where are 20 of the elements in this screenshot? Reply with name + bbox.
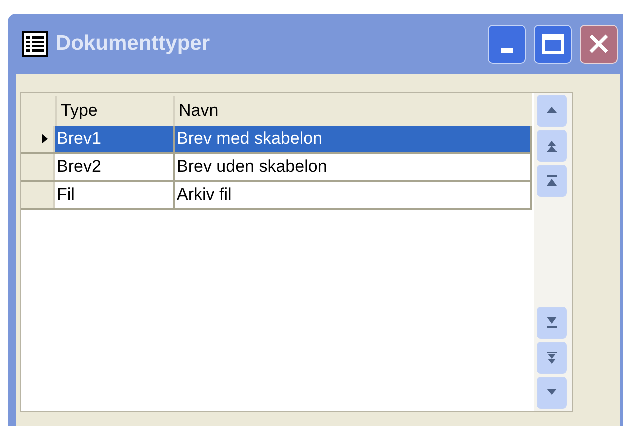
scroll-top-button[interactable] [537, 165, 568, 197]
scroll-bottom-button[interactable] [537, 307, 568, 339]
minimize-icon [501, 48, 513, 52]
row-header[interactable] [21, 126, 55, 152]
scroll-up-button[interactable] [537, 95, 568, 127]
close-button[interactable] [580, 24, 618, 64]
table-cell: Brev med skabelon [173, 126, 532, 152]
maximize-button[interactable] [534, 24, 572, 64]
minimize-button[interactable] [488, 24, 526, 64]
table-cell: Brev1 [55, 126, 173, 152]
page-down-button[interactable] [537, 342, 568, 374]
window-title: Dokumenttyper [56, 31, 212, 58]
table-cell: Brev uden skabelon [173, 154, 532, 180]
scroll-down-button[interactable] [537, 377, 568, 409]
page-up-button[interactable] [537, 130, 568, 162]
close-icon [589, 34, 609, 54]
table-cell: Arkiv fil [173, 182, 532, 208]
current-row-icon [42, 134, 48, 144]
table-icon [22, 31, 48, 57]
maximize-icon [542, 34, 564, 54]
